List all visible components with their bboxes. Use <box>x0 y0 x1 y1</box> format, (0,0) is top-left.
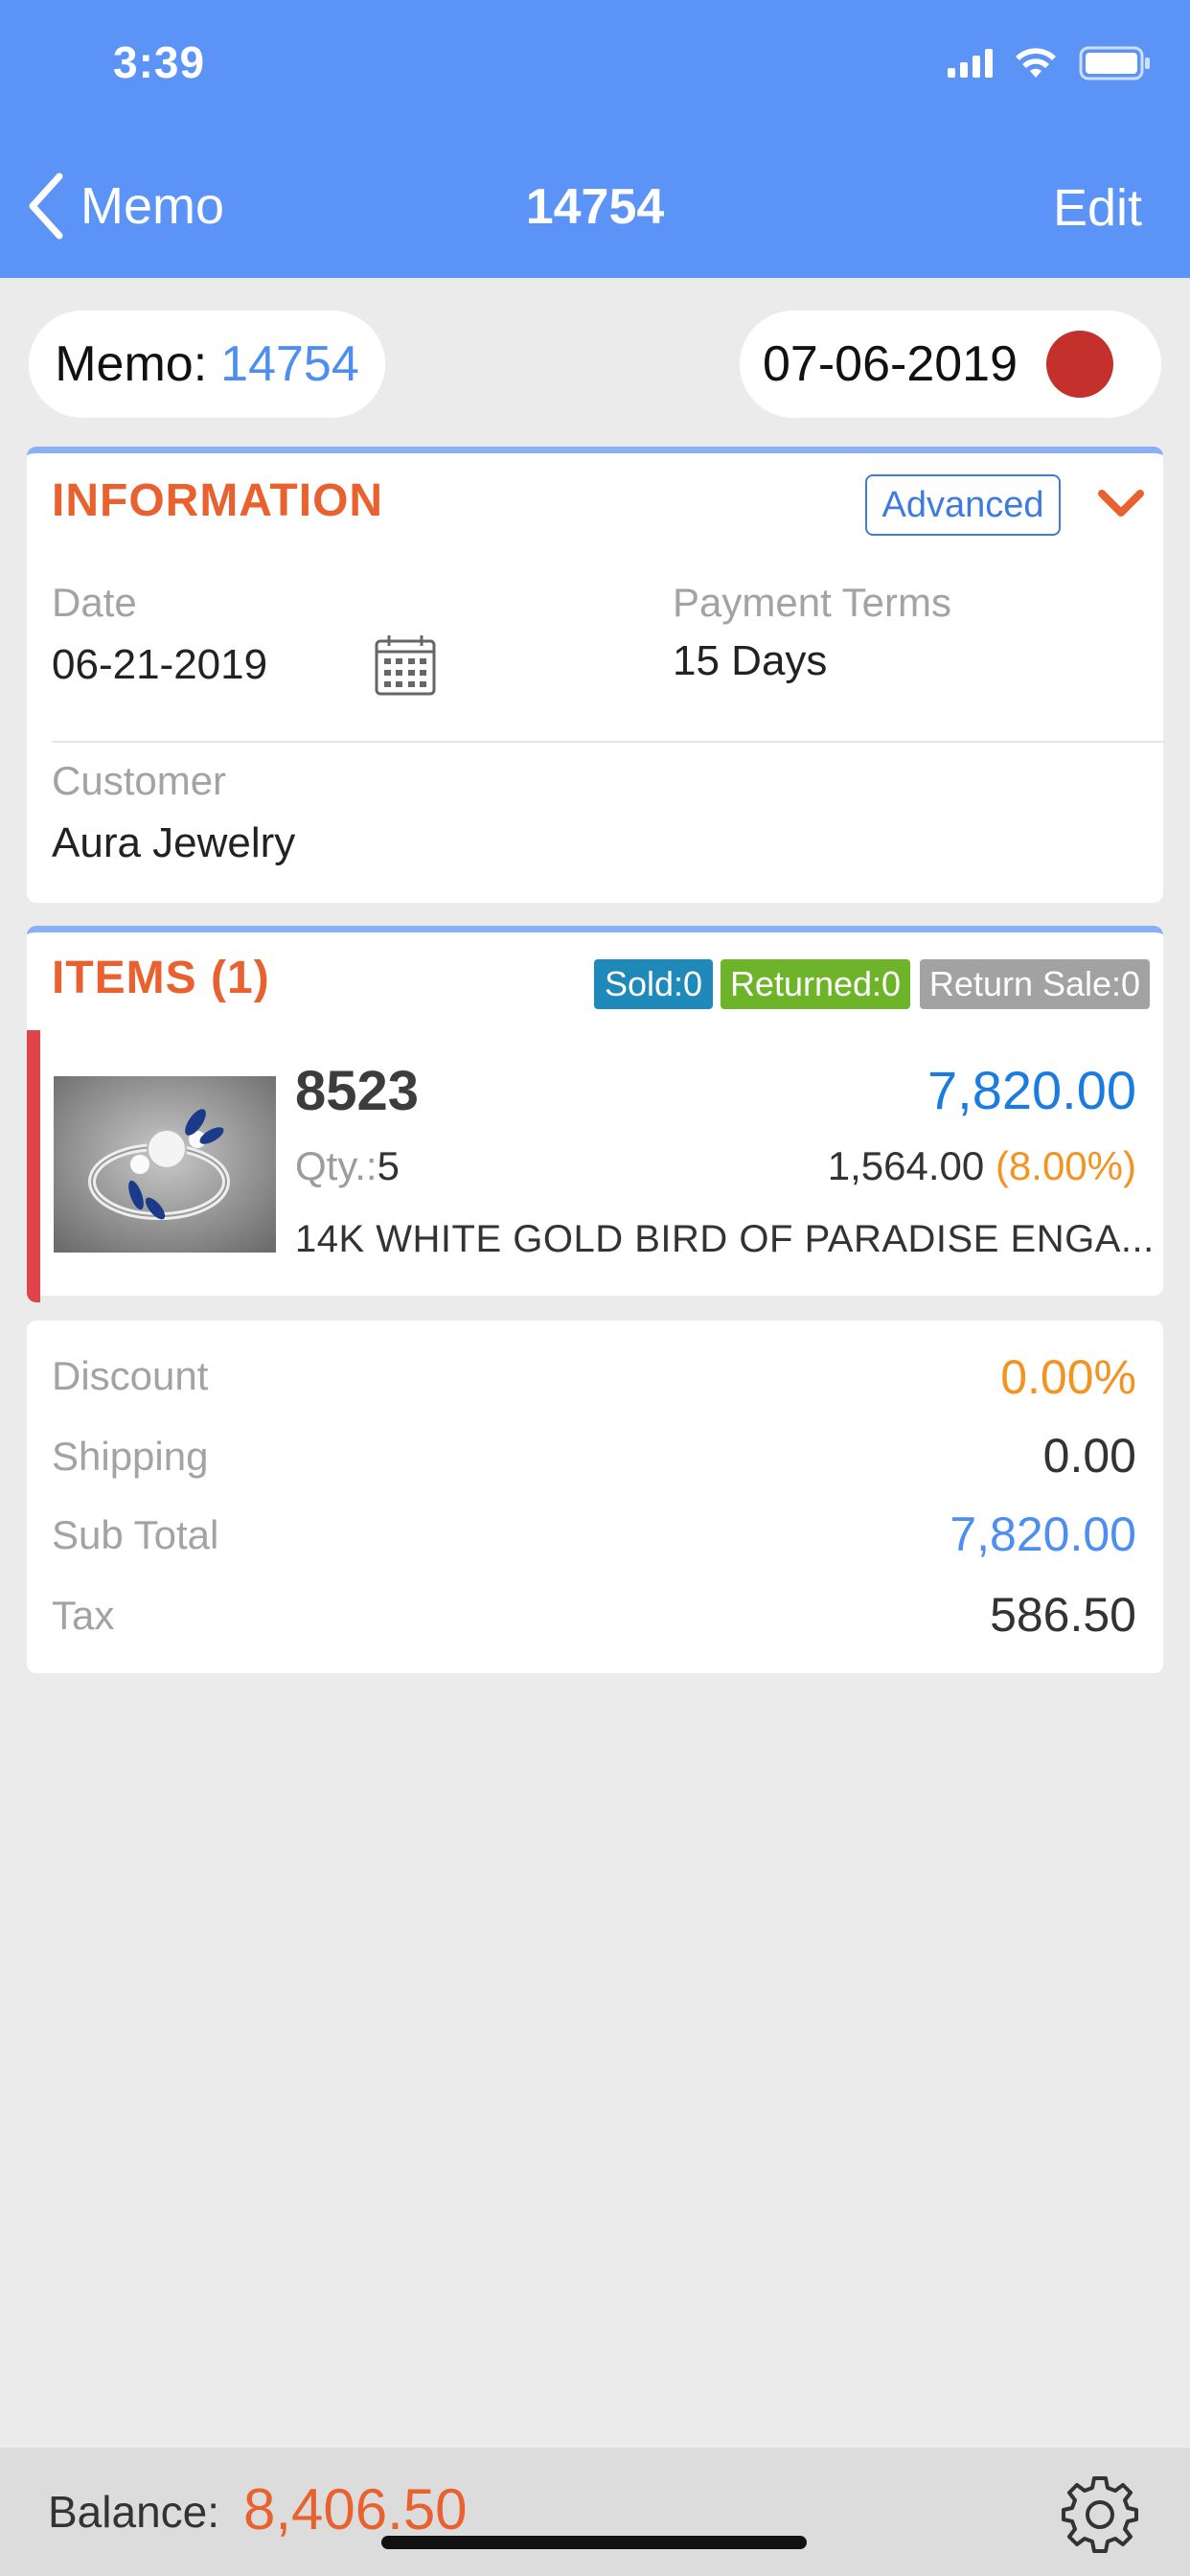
item-sku: 8523 <box>295 1060 420 1122</box>
subtotal-label: Sub Total <box>52 1512 219 1557</box>
nav-header: 3:39 Memo 14754 Edit <box>0 0 1190 278</box>
item-amount: 7,820.00 <box>927 1060 1136 1120</box>
calendar-icon[interactable] <box>374 633 437 697</box>
home-indicator <box>381 2536 807 2549</box>
divider <box>52 741 1163 743</box>
ring-image-icon <box>54 1076 276 1253</box>
items-card: ITEMS (1) Sold:0 Returned:0 Return Sale:… <box>27 926 1163 1302</box>
item-accent-bar <box>27 1030 40 1302</box>
balance-bar: Balance: 8,406.50 <box>0 2448 1190 2576</box>
tax-label: Tax <box>52 1593 115 1638</box>
payment-terms-label: Payment Terms <box>673 580 951 625</box>
tax-value[interactable]: 586.50 <box>990 1587 1136 1643</box>
unit-price: 1,564.00 <box>827 1143 985 1188</box>
customer-label: Customer <box>52 758 227 803</box>
item-description: 14K WHITE GOLD BIRD OF PARADISE ENGA... <box>295 1218 1155 1260</box>
qty-value: 5 <box>377 1143 400 1188</box>
item-thumbnail <box>54 1076 276 1253</box>
balance-label: Balance: <box>48 2487 220 2537</box>
battery-icon <box>1079 46 1150 80</box>
information-title: INFORMATION <box>52 475 384 526</box>
information-card: INFORMATION Advanced Date 06-21-2019 Pay… <box>27 447 1163 903</box>
item-qty: Qty.:5 <box>295 1143 400 1189</box>
subtotal-value: 7,820.00 <box>950 1507 1136 1561</box>
item-row[interactable]: 8523 7,820.00 Qty.:5 1,564.00 (8.00%) 14… <box>27 1030 1163 1302</box>
item-unit-price: 1,564.00 (8.00%) <box>828 1143 1136 1189</box>
payment-terms-value[interactable]: 15 Days <box>673 637 827 685</box>
date-value[interactable]: 06-21-2019 <box>52 641 267 689</box>
qty-label: Qty.: <box>295 1143 378 1188</box>
shipping-label: Shipping <box>52 1434 209 1479</box>
returned-badge: Returned:0 <box>721 959 910 1009</box>
item-percent: (8.00%) <box>995 1143 1136 1188</box>
cellular-signal-icon <box>948 49 993 78</box>
return-sale-badge: Return Sale:0 <box>920 959 1150 1009</box>
date-label: Date <box>52 580 137 625</box>
advanced-button[interactable]: Advanced <box>865 474 1061 536</box>
items-title: ITEMS (1) <box>52 953 270 1003</box>
edit-button[interactable]: Edit <box>1053 178 1142 238</box>
status-dot <box>1046 331 1113 398</box>
chevron-down-icon[interactable] <box>1098 488 1144 518</box>
wifi-icon <box>1016 48 1056 78</box>
customer-value[interactable]: Aura Jewelry <box>52 819 295 867</box>
balance-value: 8,406.50 <box>243 2477 468 2542</box>
gear-icon[interactable] <box>1058 2472 1142 2557</box>
discount-label: Discount <box>52 1353 209 1398</box>
memo-date: 07-06-2019 <box>763 336 1018 392</box>
sold-badge: Sold:0 <box>594 959 713 1009</box>
memo-date-pill: 07-06-2019 <box>740 310 1161 418</box>
memo-number: 14754 <box>220 336 359 392</box>
discount-value[interactable]: 0.00% <box>1000 1349 1136 1405</box>
shipping-value[interactable]: 0.00 <box>1043 1428 1136 1484</box>
memo-label: Memo: <box>55 336 208 392</box>
page-title: 14754 <box>525 179 665 235</box>
totals-card: Discount 0.00% Shipping 0.00 Sub Total 7… <box>27 1321 1163 1673</box>
status-time: 3:39 <box>113 37 206 87</box>
memo-number-pill: Memo: 14754 <box>29 310 385 418</box>
status-icons <box>948 44 1152 82</box>
